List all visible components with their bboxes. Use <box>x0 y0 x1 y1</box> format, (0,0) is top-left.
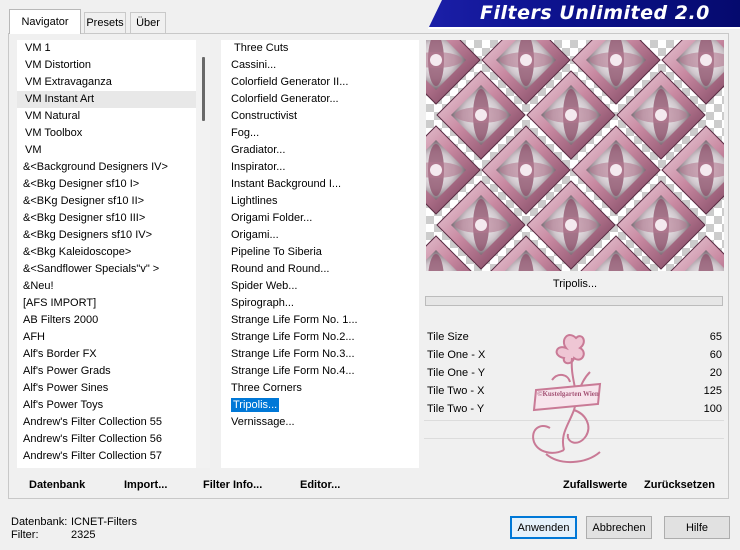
category-item[interactable]: Andrew's Filter Collection 57 <box>17 448 210 465</box>
category-item[interactable]: Andrew's Filter Collection 55 <box>17 414 210 431</box>
category-item[interactable]: AFH <box>17 329 210 346</box>
param-value: 65 <box>709 331 722 343</box>
param-label: Tile One - X <box>427 349 486 361</box>
category-item[interactable]: VM Extravaganza <box>17 74 210 91</box>
selected-filter-highlight: Tripolis... <box>231 398 280 412</box>
filter-preview <box>426 40 724 271</box>
cancel-button[interactable]: Abbrechen <box>586 516 652 539</box>
filter-item[interactable]: Strange Life Form No.2... <box>221 329 419 346</box>
filter-item[interactable]: Constructivist <box>221 108 419 125</box>
param-value: 20 <box>709 367 722 379</box>
filter-item[interactable]: Colorfield Generator... <box>221 91 419 108</box>
tab-presets[interactable]: Presets <box>84 12 126 33</box>
filter-item[interactable]: Lightlines <box>221 193 419 210</box>
status-db-value: ICNET-Filters <box>71 516 137 528</box>
filter-list[interactable]: Three Cuts Cassini... Colorfield Generator… <box>221 40 419 468</box>
filter-item[interactable]: Instant Background I... <box>221 176 419 193</box>
param-value: 60 <box>709 349 722 361</box>
filter-item[interactable]: Cassini... <box>221 57 419 74</box>
param-label: Tile Two - X <box>427 385 485 397</box>
category-item[interactable]: [AFS IMPORT] <box>17 295 210 312</box>
status-filter-value: 2325 <box>71 529 96 541</box>
filter-info-button[interactable]: Filter Info... <box>203 479 262 491</box>
filter-item[interactable]: Inspirator... <box>221 159 419 176</box>
editor-button[interactable]: Editor... <box>300 479 340 491</box>
tab-ueber[interactable]: Über <box>130 12 166 33</box>
category-item[interactable]: &<Bkg Designer sf10 III> <box>17 210 210 227</box>
filter-item[interactable]: Vernissage... <box>221 414 419 431</box>
progress-bar <box>425 296 723 306</box>
apply-button[interactable]: Anwenden <box>510 516 577 539</box>
category-item[interactable]: &Neu! <box>17 278 210 295</box>
category-item[interactable]: VM 1 <box>17 40 210 57</box>
category-item[interactable]: VM Natural <box>17 108 210 125</box>
datenbank-button[interactable]: Datenbank <box>29 479 85 491</box>
filter-item[interactable]: Three Cuts <box>221 40 419 57</box>
category-scroll-thumb[interactable] <box>202 57 205 121</box>
param-label: Tile Size <box>427 331 469 343</box>
zufallswerte-button[interactable]: Zufallswerte <box>563 479 627 491</box>
param-label: Tile Two - Y <box>427 403 485 415</box>
category-item[interactable]: Alf's Power Toys <box>17 397 210 414</box>
watermark-logo: ©Kustelgarten Wien <box>532 334 602 463</box>
filter-item[interactable]: Strange Life Form No.3... <box>221 346 419 363</box>
status-filter-label: Filter: <box>11 529 39 541</box>
category-item[interactable]: VM Instant Art <box>17 91 210 108</box>
banner-title: Filters Unlimited 2.0 <box>480 2 710 24</box>
filter-item[interactable]: Spider Web... <box>221 278 419 295</box>
watermark-text: ©Kustelgarten Wien <box>537 390 599 398</box>
tab-navigator[interactable]: Navigator <box>9 9 81 34</box>
category-item[interactable]: VM <box>17 142 210 159</box>
filter-item[interactable]: Colorfield Generator II... <box>221 74 419 91</box>
category-item[interactable]: AB Filters 2000 <box>17 312 210 329</box>
param-label: Tile One - Y <box>427 367 486 379</box>
category-item[interactable]: Alf's Border FX <box>17 346 210 363</box>
filter-item[interactable]: Strange Life Form No. 1... <box>221 312 419 329</box>
category-item[interactable]: &<Bkg Kaleidoscope> <box>17 244 210 261</box>
filter-item[interactable]: Round and Round... <box>221 261 419 278</box>
category-item[interactable]: &<Bkg Designers sf10 IV> <box>17 227 210 244</box>
filter-item[interactable]: Fog... <box>221 125 419 142</box>
help-button[interactable]: Hilfe <box>664 516 730 539</box>
filter-item[interactable]: Origami Folder... <box>221 210 419 227</box>
filter-item[interactable]: Origami... <box>221 227 419 244</box>
filter-item[interactable]: Gradiator... <box>221 142 419 159</box>
param-value: 100 <box>703 403 722 415</box>
import-button[interactable]: Import... <box>124 479 167 491</box>
category-item[interactable]: Andrew's Filter Collection 56 <box>17 431 210 448</box>
filter-item[interactable]: Pipeline To Siberia <box>221 244 419 261</box>
category-item[interactable]: &<BKg Designer sf10 II> <box>17 193 210 210</box>
category-item[interactable]: &<Bkg Designer sf10 I> <box>17 176 210 193</box>
category-item[interactable]: VM Toolbox <box>17 125 210 142</box>
filter-item[interactable]: Three Corners <box>221 380 419 397</box>
category-list[interactable]: VM 1 VM Distortion VM Extravaganza VM Insta… <box>17 40 210 468</box>
filter-item[interactable]: Strange Life Form No.4... <box>221 363 419 380</box>
zuruecksetzen-button[interactable]: Zurücksetzen <box>644 479 715 491</box>
status-db-label: Datenbank: <box>11 516 68 528</box>
category-item[interactable]: Alf's Power Grads <box>17 363 210 380</box>
parameter-panel: Tile Size 65 Tile One - X 60 Tile One - … <box>424 328 724 468</box>
current-filter-name: Tripolis... <box>552 278 598 290</box>
filter-item[interactable]: Tripolis... <box>221 397 419 414</box>
category-item[interactable]: &<Background Designers IV> <box>17 159 210 176</box>
param-value: 125 <box>703 385 722 397</box>
category-item[interactable]: VM Distortion <box>17 57 210 74</box>
category-item[interactable]: &<Sandflower Specials"v" > <box>17 261 210 278</box>
category-item[interactable]: Alf's Power Sines <box>17 380 210 397</box>
filter-item[interactable]: Spirograph... <box>221 295 419 312</box>
